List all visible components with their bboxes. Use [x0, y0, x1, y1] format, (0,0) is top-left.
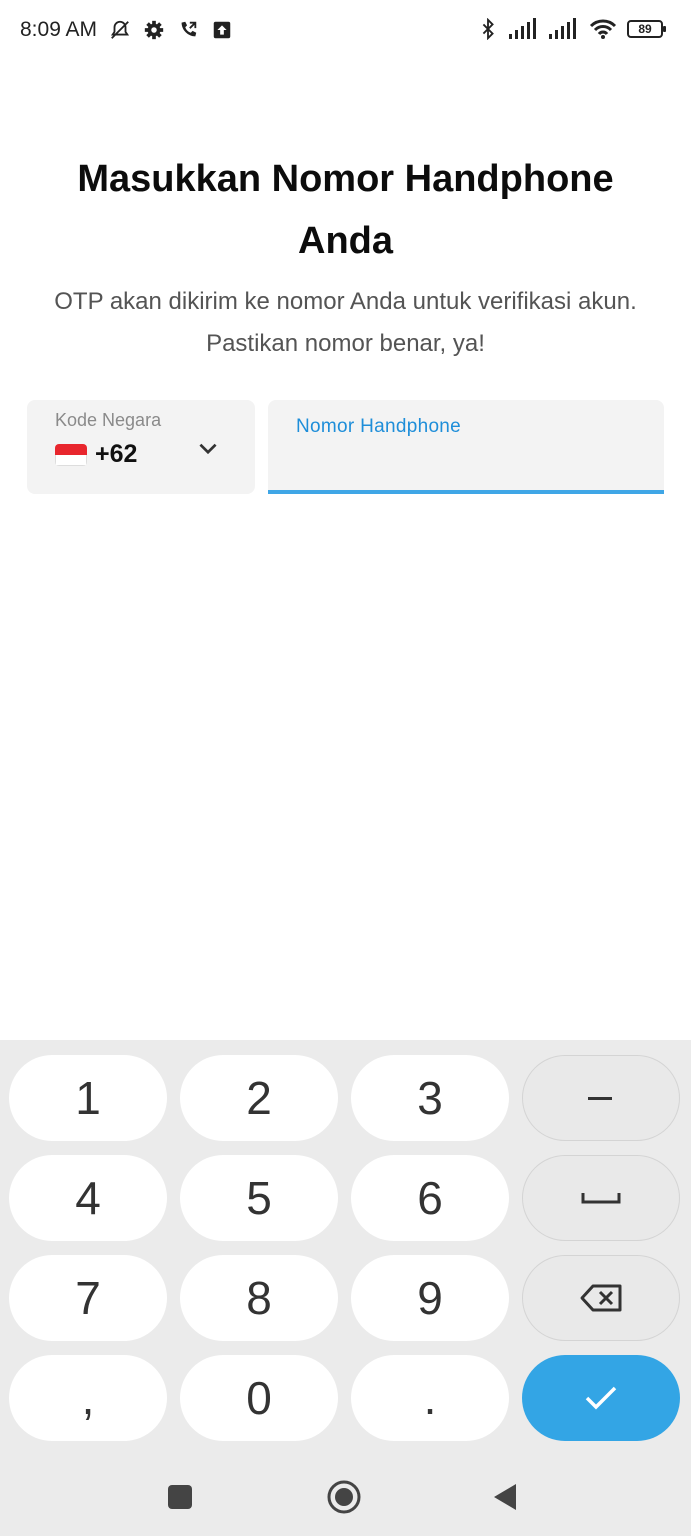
- key-9[interactable]: 9: [351, 1255, 509, 1341]
- space-icon: [581, 1193, 621, 1204]
- page-title: Masukkan Nomor Handphone Anda: [77, 158, 614, 262]
- settings-icon: [144, 20, 164, 40]
- key-3[interactable]: 3: [351, 1055, 509, 1141]
- key-1[interactable]: 1: [9, 1055, 167, 1141]
- key-7[interactable]: 7: [9, 1255, 167, 1341]
- key-confirm[interactable]: [522, 1355, 680, 1441]
- numeric-keyboard: 1 2 3 4 5 6 7 8 9 , 0 .: [0, 1040, 691, 1536]
- battery-level: 89: [638, 22, 652, 36]
- status-left: 8:09 AM: [20, 18, 233, 42]
- key-4[interactable]: 4: [9, 1155, 167, 1241]
- key-period[interactable]: .: [351, 1355, 509, 1441]
- dash-icon: [588, 1097, 612, 1100]
- country-code-selector[interactable]: Kode Negara +62: [27, 400, 255, 494]
- country-code-label: Kode Negara: [55, 410, 162, 430]
- bluetooth-icon: [482, 18, 494, 40]
- key-backspace[interactable]: [522, 1255, 680, 1341]
- status-right: 89: [477, 18, 666, 40]
- key-8[interactable]: 8: [180, 1255, 338, 1341]
- status-time: 8:09 AM: [20, 18, 98, 41]
- backspace-icon: [580, 1284, 622, 1312]
- signal-icon: [549, 18, 576, 39]
- phone-number-field[interactable]: Nomor Handphone: [268, 400, 664, 494]
- phone-number-input[interactable]: [294, 446, 638, 482]
- key-dash[interactable]: [522, 1055, 680, 1141]
- home-icon[interactable]: [326, 1479, 362, 1515]
- system-nav-bar: [0, 1454, 691, 1536]
- status-bar: 8:09 AM 89: [0, 0, 691, 64]
- page-subtitle: OTP akan dikirim ke nomor Anda untuk ver…: [54, 288, 637, 357]
- key-space[interactable]: [522, 1155, 680, 1241]
- chevron-down-icon: [199, 443, 217, 455]
- key-6[interactable]: 6: [351, 1155, 509, 1241]
- recents-icon[interactable]: [167, 1484, 193, 1510]
- bell-off-icon: [111, 20, 130, 39]
- key-5[interactable]: 5: [180, 1155, 338, 1241]
- key-comma[interactable]: ,: [9, 1355, 167, 1441]
- call-forward-icon: [181, 21, 197, 37]
- check-icon: [585, 1386, 617, 1410]
- indonesia-flag-icon: [55, 444, 87, 466]
- country-code-value: +62: [95, 440, 138, 468]
- back-icon[interactable]: [492, 1482, 518, 1512]
- signal-icon: [509, 18, 536, 39]
- wifi-icon: [589, 19, 617, 39]
- phone-number-label: Nomor Handphone: [296, 416, 462, 437]
- key-0[interactable]: 0: [180, 1355, 338, 1441]
- key-2[interactable]: 2: [180, 1055, 338, 1141]
- battery-icon: 89: [627, 20, 666, 38]
- upload-icon: [213, 21, 231, 39]
